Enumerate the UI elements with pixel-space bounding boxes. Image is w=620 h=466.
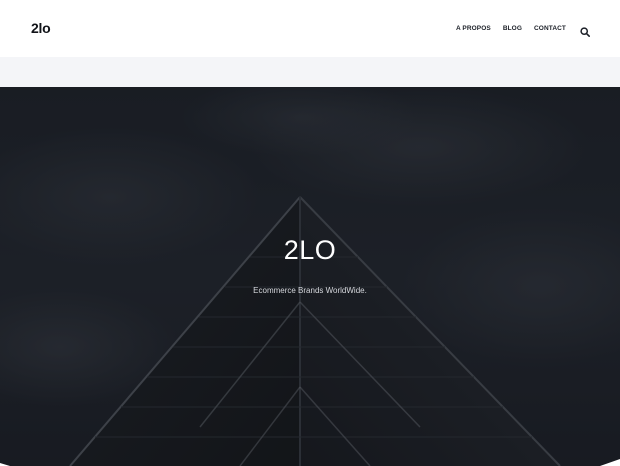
site-logo[interactable]: 2lo [31,20,51,36]
search-icon[interactable] [580,24,590,37]
hero-subtitle: Ecommerce Brands WorldWide. [253,286,367,295]
hero-background-image [0,87,620,466]
site-header: 2lo A PROPOS BLOG CONTACT [0,0,620,57]
nav-item-a-propos[interactable]: A PROPOS [456,24,491,33]
header-spacer-band [0,57,620,87]
page: 2lo A PROPOS BLOG CONTACT 2LO Ecommerce … [0,0,620,466]
main-nav: A PROPOS BLOG CONTACT [456,24,566,33]
nav-item-blog[interactable]: BLOG [503,24,522,33]
hero-section: 2LO Ecommerce Brands WorldWide. [0,87,620,466]
hero-title: 2LO [283,235,337,265]
nav-item-contact[interactable]: CONTACT [534,24,566,33]
